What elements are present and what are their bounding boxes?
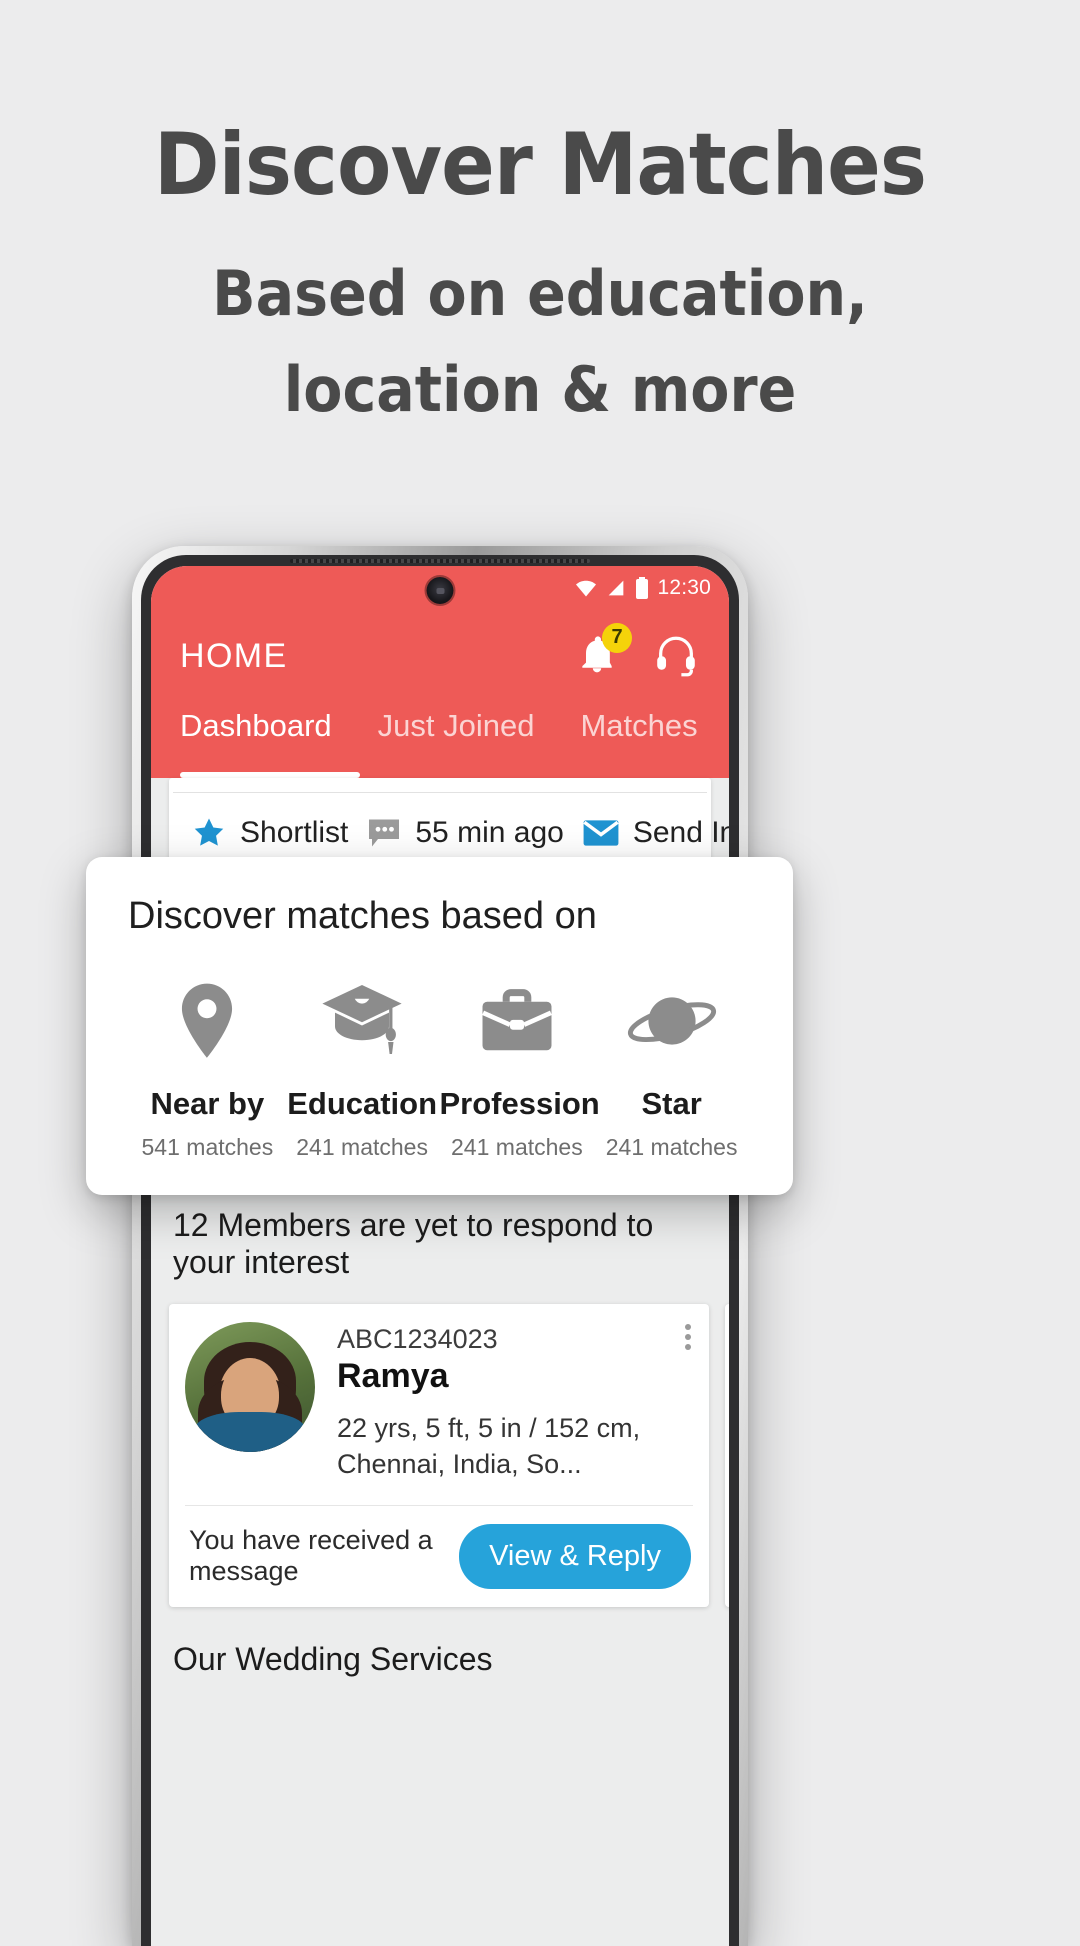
phone-bezel: 12:30 HOME 7 Dashboard Just Joined Match… <box>141 555 739 1946</box>
member-id: ABC1234023 <box>337 1323 498 1354</box>
phone-mockup: 12:30 HOME 7 Dashboard Just Joined Match… <box>132 546 748 1946</box>
wifi-icon <box>574 576 598 600</box>
status-bar: 12:30 <box>151 566 729 610</box>
discover-option-education[interactable]: Education 241 matches <box>285 982 440 1161</box>
front-camera-punch-hole <box>426 577 454 604</box>
profile-card-header: ABC1234023 Ramya 22 yrs, 5 ft, 5 in / 15… <box>185 1321 693 1483</box>
customer-support-button[interactable] <box>653 631 699 682</box>
shortlist-label: Shortlist <box>240 816 349 849</box>
notifications-button[interactable]: 7 <box>575 622 632 681</box>
discover-option-label: Profession <box>439 1086 600 1121</box>
planet-icon <box>594 982 749 1060</box>
send-interest-action[interactable]: Send Interest <box>582 816 729 850</box>
send-interest-label: Send Interest <box>632 816 729 849</box>
page-title: HOME <box>180 636 288 675</box>
last-seen-label: 55 min ago <box>415 816 564 849</box>
discover-option-star[interactable]: Star 241 matches <box>594 982 749 1161</box>
phone-screen: 12:30 HOME 7 Dashboard Just Joined Match… <box>151 566 729 1946</box>
popup-options-grid: Near by 541 matches Education 241 matche… <box>116 982 763 1161</box>
respond-section-heading: 12 Members are yet to respond to your in… <box>173 1207 654 1281</box>
promo-subtitle: Based on education, location & more <box>43 246 1037 438</box>
discover-option-label: Near by <box>150 1086 265 1121</box>
app-bar: HOME 7 <box>151 610 729 702</box>
tab-bar[interactable]: Dashboard Just Joined Matches Premium <box>151 702 729 778</box>
app-bar-actions: 7 <box>575 622 699 682</box>
avatar <box>185 1321 315 1452</box>
signal-icon <box>605 577 627 599</box>
envelope-icon <box>583 820 619 846</box>
shortlist-action[interactable]: Shortlist <box>191 815 348 851</box>
last-seen-action: 55 min ago <box>366 816 564 850</box>
promo-subtitle-line-2: location & more <box>283 353 797 427</box>
tab-matches[interactable]: Matches <box>580 702 697 744</box>
chat-bubble-icon <box>369 819 400 847</box>
discover-option-count: 241 matches <box>451 1134 583 1160</box>
battery-icon <box>634 576 650 600</box>
earpiece-speaker <box>290 559 590 563</box>
promo-title: Discover Matches <box>153 115 927 215</box>
member-name: Ramya <box>337 1356 449 1395</box>
tab-dashboard[interactable]: Dashboard <box>180 702 332 744</box>
star-icon <box>194 818 224 846</box>
popup-title: Discover matches based on <box>128 895 597 937</box>
message-status: You have received a message <box>189 1525 433 1587</box>
member-attributes-line-2: Chennai, India, So... <box>337 1449 582 1480</box>
graduation-cap-icon <box>285 982 440 1060</box>
tab-just-joined[interactable]: Just Joined <box>378 702 535 744</box>
wedding-services-heading: Our Wedding Services <box>173 1640 493 1677</box>
kebab-menu-icon[interactable] <box>685 1323 691 1350</box>
headset-icon <box>657 636 695 676</box>
notification-badge-count: 7 <box>602 622 632 653</box>
profile-card[interactable]: ABC1234023 Ramya 22 yrs, 5 ft, 5 in / 15… <box>169 1303 709 1607</box>
discover-option-count: 241 matches <box>296 1134 428 1160</box>
discover-matches-popup: Discover matches based on Near by 541 ma… <box>86 857 793 1195</box>
discover-option-profession[interactable]: Profession 241 matches <box>439 982 600 1161</box>
discover-option-label: Education <box>287 1086 438 1121</box>
promo-subtitle-line-1: Based on education, <box>212 257 868 330</box>
profile-details: ABC1234023 Ramya 22 yrs, 5 ft, 5 in / 15… <box>337 1322 693 1483</box>
profile-card-footer: You have received a message View & Reply <box>185 1504 693 1607</box>
member-attributes: 22 yrs, 5 ft, 5 in / 152 cm, Chennai, In… <box>337 1410 693 1483</box>
discover-option-label: Star <box>641 1086 702 1121</box>
briefcase-icon <box>440 982 595 1060</box>
status-bar-clock: 12:30 <box>657 576 711 599</box>
location-pin-icon <box>130 982 285 1060</box>
discover-option-near-by[interactable]: Near by 541 matches <box>130 982 285 1161</box>
discover-option-count: 541 matches <box>141 1134 274 1160</box>
promo-text-block: Discover Matches Based on education, loc… <box>0 0 1080 438</box>
profile-card-carousel[interactable]: ABC1234023 Ramya 22 yrs, 5 ft, 5 in / 15… <box>151 1282 729 1607</box>
view-and-reply-button[interactable]: View & Reply <box>459 1523 691 1589</box>
member-attributes-line-1: 22 yrs, 5 ft, 5 in / 152 cm, <box>337 1412 641 1443</box>
profile-card-next[interactable] <box>725 1303 729 1607</box>
discover-option-count: 241 matches <box>605 1134 738 1160</box>
